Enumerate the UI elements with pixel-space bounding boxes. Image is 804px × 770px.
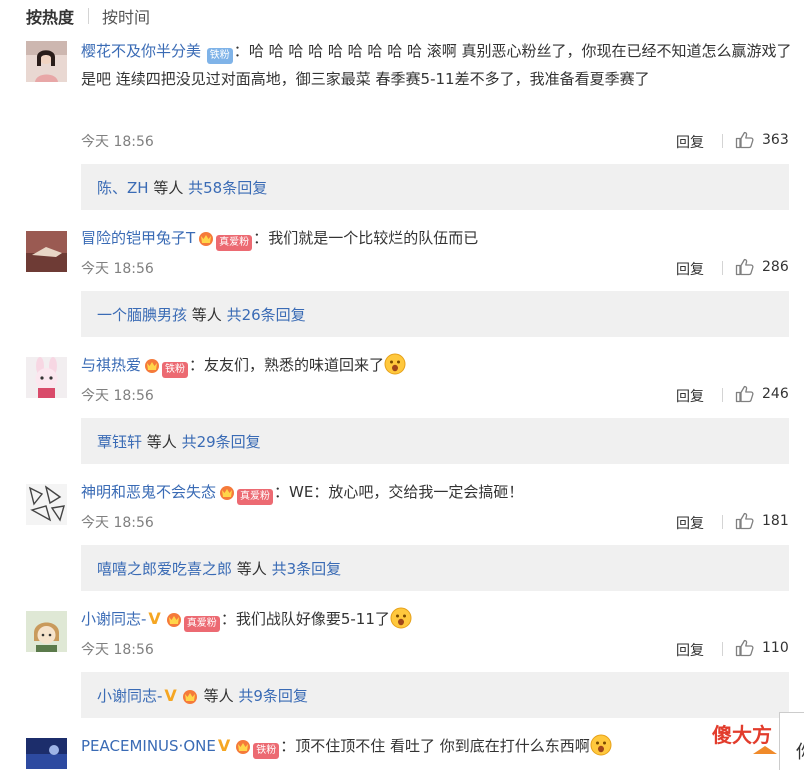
like-count: 246 (762, 386, 789, 402)
reply-button[interactable]: 回复 (676, 513, 704, 533)
divider (722, 261, 723, 275)
sub-reply-total[interactable]: 共58条回复 (188, 179, 267, 197)
comment-time: 今天 18:56 (81, 261, 154, 277)
sub-reply-names[interactable]: 小谢同志- (97, 687, 162, 705)
sub-replies-box[interactable]: 一个腼腆男孩 等人 共26条回复 (81, 291, 789, 337)
sort-by-hot-tab[interactable]: 按热度 (26, 4, 74, 28)
colon: ： (233, 42, 249, 60)
others-label: 等人 (236, 560, 267, 578)
colon: ： (253, 229, 269, 247)
verified-v-icon: V (217, 736, 231, 755)
true-love-fan-badge: 真爱粉 (183, 616, 220, 632)
colon: ： (280, 737, 296, 755)
like-count: 110 (762, 640, 789, 656)
divider (722, 134, 723, 148)
crown-icon (165, 611, 183, 627)
verified-v-icon: V (164, 686, 177, 705)
comment-text: 我们就是一个比较烂的队伍而已 (268, 229, 479, 247)
crown-icon (143, 357, 161, 373)
iron-fan-badge: 铁粉 (206, 48, 233, 64)
comment-username[interactable]: 樱花不及你半分美 (81, 42, 201, 60)
comment-text: 我们战队好像要5-11了 (235, 610, 390, 628)
reply-button[interactable]: 回复 (676, 640, 704, 660)
thumbs-up-icon[interactable] (735, 131, 755, 149)
sub-reply-names[interactable]: 一个腼腆男孩 (97, 306, 187, 324)
avatar[interactable] (26, 41, 67, 82)
comment-username[interactable]: PEACEMINUS·ONE (81, 737, 216, 755)
comment-time: 今天 18:56 (81, 388, 154, 404)
sort-bar: 按热度 按时间 (0, 0, 804, 30)
sub-reply-names[interactable]: 覃钰轩 (97, 433, 142, 451)
like-count: 181 (762, 513, 789, 529)
comment-body: 冒险的铠甲兔子T 真爱粉 ：我们就是一个比较烂的队伍而已 (81, 224, 796, 252)
comment-body: 神明和恶鬼不会失态 真爱粉 ：WE：放心吧，交给我一定会搞砸！ (81, 478, 796, 506)
comment-username[interactable]: 神明和恶鬼不会失态 (81, 483, 216, 501)
sub-replies-box[interactable]: 嘻嘻之郎爱吃喜之郎 等人 共3条回复 (81, 545, 789, 591)
comment-time: 今天 18:56 (81, 134, 154, 150)
thumbs-up-icon[interactable] (735, 639, 755, 657)
sub-reply-total[interactable]: 共29条回复 (182, 433, 261, 451)
comment-body: 与祺热爱 铁粉 ：友友们，熟悉的味道回来了 (81, 351, 796, 379)
comment-username[interactable]: 冒险的铠甲兔子T (81, 229, 195, 247)
crown-icon (218, 484, 236, 500)
thumbs-up-icon[interactable] (735, 385, 755, 403)
divider (722, 515, 723, 529)
crown-icon (234, 738, 252, 754)
divider (722, 388, 723, 402)
colon: ： (189, 356, 205, 374)
comment-time: 今天 18:56 (81, 642, 154, 658)
avatar[interactable] (26, 611, 67, 652)
comment-username[interactable]: 与祺热爱 (81, 356, 141, 374)
colon: ： (274, 483, 290, 501)
sort-by-time-tab[interactable]: 按时间 (102, 4, 150, 28)
sub-reply-total[interactable]: 共9条回复 (238, 687, 308, 705)
avatar[interactable] (26, 357, 67, 398)
others-label: 等人 (153, 179, 184, 197)
others-label: 等人 (191, 306, 222, 324)
others-label: 等人 (203, 687, 234, 705)
watermark-hat-icon (753, 746, 777, 754)
like-count: 286 (762, 259, 789, 275)
surprised-face-emoji-icon (384, 353, 406, 375)
colon: ： (220, 610, 236, 628)
sub-reply-names[interactable]: 陈、ZH (97, 179, 149, 197)
surprised-face-emoji-icon (590, 734, 612, 756)
avatar[interactable] (26, 231, 67, 272)
side-panel-text: 你 (796, 738, 804, 764)
divider (722, 642, 723, 656)
crown-icon (197, 230, 215, 246)
avatar[interactable] (26, 484, 67, 525)
like-count: 363 (762, 132, 789, 148)
sub-reply-total[interactable]: 共3条回复 (272, 560, 342, 578)
true-love-fan-badge: 真爱粉 (237, 489, 274, 505)
thumbs-up-icon[interactable] (735, 258, 755, 276)
sub-replies-box[interactable]: 陈、ZH 等人 共58条回复 (81, 164, 789, 210)
comment-body: 小谢同志- V 真爱粉 ：我们战队好像要5-11了 (81, 605, 796, 633)
comment-time: 今天 18:56 (81, 515, 154, 531)
reply-button[interactable]: 回复 (676, 386, 704, 406)
thumbs-up-icon[interactable] (735, 512, 755, 530)
comment-text: 顶不住顶不住 看吐了 你到底在打什么东西啊 (295, 737, 590, 755)
others-label: 等人 (146, 433, 177, 451)
comment-body: 樱花不及你半分美 铁粉 ：哈 哈 哈 哈 哈 哈 哈 哈 哈 滚啊 真别恶心粉丝了… (81, 37, 796, 93)
sub-reply-total[interactable]: 共26条回复 (227, 306, 306, 324)
reply-button[interactable]: 回复 (676, 132, 704, 152)
comment-text: WE：放心吧，交给我一定会搞砸！ (289, 483, 524, 501)
iron-fan-badge: 铁粉 (162, 362, 189, 378)
surprised-face-emoji-icon (390, 607, 412, 629)
true-love-fan-badge: 真爱粉 (216, 235, 253, 251)
comment-body: PEACEMINUS·ONE V 铁粉 ：顶不住顶不住 看吐了 你到底在打什么东西啊 (81, 732, 796, 760)
avatar[interactable] (26, 738, 67, 769)
verified-v-icon: V (148, 609, 161, 628)
reply-button[interactable]: 回复 (676, 259, 704, 279)
comment-text: 友友们，熟悉的味道回来了 (204, 356, 385, 374)
sub-replies-box[interactable]: 覃钰轩 等人 共29条回复 (81, 418, 789, 464)
sub-reply-names[interactable]: 嘻嘻之郎爱吃喜之郎 (97, 560, 232, 578)
sub-replies-box[interactable]: 小谢同志- V 等人 共9条回复 (81, 672, 789, 718)
comment-username[interactable]: 小谢同志- (81, 610, 146, 628)
iron-fan-badge: 铁粉 (253, 743, 280, 759)
sort-divider (88, 8, 89, 24)
crown-icon (181, 688, 199, 704)
